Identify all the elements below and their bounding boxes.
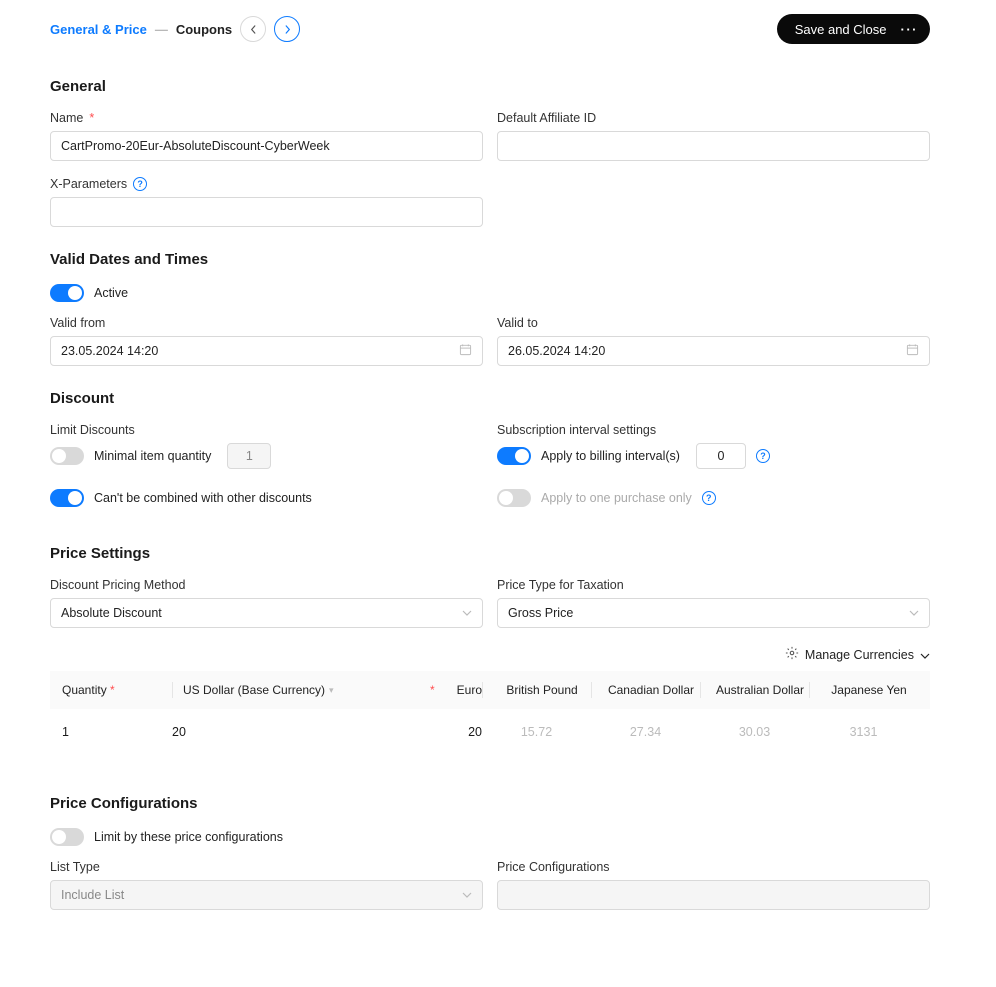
section-title-general: General (50, 78, 930, 95)
table-row: 1 20 20 15.72 27.34 30.03 3131 (50, 709, 930, 755)
breadcrumb-step-general[interactable]: General & Price (50, 22, 147, 37)
toggle-limit-price-config[interactable] (50, 828, 84, 846)
help-icon[interactable]: ? (133, 177, 147, 191)
label-limit-discounts: Limit Discounts (50, 423, 483, 437)
chevron-down-icon (462, 892, 472, 898)
gear-icon (785, 646, 799, 663)
cell-cad: 27.34 (591, 725, 700, 739)
name-input[interactable]: CartPromo-20Eur-AbsoluteDiscount-CyberWe… (50, 131, 483, 161)
chevron-down-icon (909, 610, 919, 616)
label-list-type: List Type (50, 860, 483, 874)
th-usd[interactable]: US Dollar (Base Currency) ▾ (172, 682, 372, 698)
label-price-configurations: Price Configurations (497, 860, 930, 874)
breadcrumb-step-coupons[interactable]: Coupons (176, 22, 232, 37)
save-and-close-label: Save and Close (795, 22, 887, 37)
tax-type-value: Gross Price (508, 606, 573, 620)
table-header: Quantity * US Dollar (Base Currency) ▾ *… (50, 671, 930, 709)
label-limit-price-config: Limit by these price configurations (94, 830, 283, 844)
toggle-apply-billing[interactable] (497, 447, 531, 465)
th-cad[interactable]: Canadian Dollar (591, 682, 700, 698)
label-active: Active (94, 286, 128, 300)
th-quantity[interactable]: Quantity * (62, 683, 172, 697)
chevron-right-icon (283, 25, 292, 34)
chevron-left-icon (249, 25, 258, 34)
section-title-price-settings: Price Settings (50, 545, 930, 562)
th-gbp-text: British Pound (506, 683, 577, 697)
label-sub-settings: Subscription interval settings (497, 423, 930, 437)
affiliate-input[interactable] (497, 131, 930, 161)
calendar-icon (906, 343, 919, 359)
label-valid-from: Valid from (50, 316, 483, 330)
section-title-valid: Valid Dates and Times (50, 251, 930, 268)
th-eur[interactable]: * Euro (372, 683, 482, 697)
min-qty-input: 1 (227, 443, 271, 469)
label-tax-type: Price Type for Taxation (497, 578, 930, 592)
label-cant-combine: Can't be combined with other discounts (94, 491, 312, 505)
label-name: Name * (50, 111, 483, 125)
valid-from-value: 23.05.2024 14:20 (61, 344, 158, 358)
label-name-text: Name (50, 111, 83, 125)
top-bar: General & Price — Coupons Save and Close… (50, 0, 930, 54)
cell-eur[interactable]: 20 (372, 725, 482, 739)
currency-table: Quantity * US Dollar (Base Currency) ▾ *… (50, 671, 930, 755)
calendar-icon (459, 343, 472, 359)
label-min-qty: Minimal item quantity (94, 449, 211, 463)
breadcrumb: General & Price — Coupons (50, 16, 300, 42)
section-title-discount: Discount (50, 390, 930, 407)
help-icon[interactable]: ? (702, 491, 716, 505)
label-apply-one: Apply to one purchase only (541, 491, 692, 505)
th-aud-text: Australian Dollar (716, 683, 804, 697)
more-actions-icon[interactable]: ··· (897, 22, 919, 37)
cell-gbp: 15.72 (482, 725, 591, 739)
list-type-select: Include List (50, 880, 483, 910)
cell-jpy: 3131 (809, 725, 918, 739)
chevron-down-icon (462, 610, 472, 616)
apply-billing-input[interactable]: 0 (696, 443, 746, 469)
th-cad-text: Canadian Dollar (608, 683, 694, 697)
xparams-input[interactable] (50, 197, 483, 227)
manage-currencies-link[interactable]: Manage Currencies (50, 646, 930, 663)
label-pricing-method: Discount Pricing Method (50, 578, 483, 592)
th-jpy[interactable]: Japanese Yen (809, 682, 918, 698)
toggle-apply-one (497, 489, 531, 507)
nav-prev-button[interactable] (240, 16, 266, 42)
name-input-value: CartPromo-20Eur-AbsoluteDiscount-CyberWe… (61, 139, 330, 153)
th-gbp[interactable]: British Pound (482, 682, 591, 698)
th-jpy-text: Japanese Yen (831, 683, 906, 697)
section-title-price-config: Price Configurations (50, 795, 930, 812)
toggle-active[interactable] (50, 284, 84, 302)
required-icon: * (430, 683, 435, 697)
label-xparams-text: X-Parameters (50, 177, 127, 191)
list-type-value: Include List (61, 888, 124, 902)
chevron-down-icon (920, 648, 930, 662)
toggle-cant-combine[interactable] (50, 489, 84, 507)
valid-from-input[interactable]: 23.05.2024 14:20 (50, 336, 483, 366)
required-icon: * (110, 683, 115, 697)
pricing-method-select[interactable]: Absolute Discount (50, 598, 483, 628)
chevron-down-icon: ▾ (329, 685, 334, 696)
cell-usd[interactable]: 20 (172, 725, 372, 739)
th-usd-text: US Dollar (Base Currency) (183, 683, 325, 697)
pricing-method-value: Absolute Discount (61, 606, 162, 620)
tax-type-select[interactable]: Gross Price (497, 598, 930, 628)
save-and-close-button[interactable]: Save and Close ··· (777, 14, 930, 44)
label-xparams: X-Parameters ? (50, 177, 483, 191)
cell-aud: 30.03 (700, 725, 809, 739)
label-apply-billing: Apply to billing interval(s) (541, 449, 680, 463)
valid-to-input[interactable]: 26.05.2024 14:20 (497, 336, 930, 366)
required-icon: * (89, 111, 94, 125)
label-valid-to: Valid to (497, 316, 930, 330)
nav-next-button[interactable] (274, 16, 300, 42)
toggle-min-qty[interactable] (50, 447, 84, 465)
th-eur-text: Euro (457, 683, 482, 697)
manage-currencies-label: Manage Currencies (805, 648, 914, 662)
th-aud[interactable]: Australian Dollar (700, 682, 809, 698)
price-configurations-input (497, 880, 930, 910)
help-icon[interactable]: ? (756, 449, 770, 463)
cell-quantity[interactable]: 1 (62, 725, 172, 739)
breadcrumb-separator: — (155, 22, 168, 37)
label-affiliate: Default Affiliate ID (497, 111, 930, 125)
th-quantity-text: Quantity (62, 683, 107, 697)
valid-to-value: 26.05.2024 14:20 (508, 344, 605, 358)
